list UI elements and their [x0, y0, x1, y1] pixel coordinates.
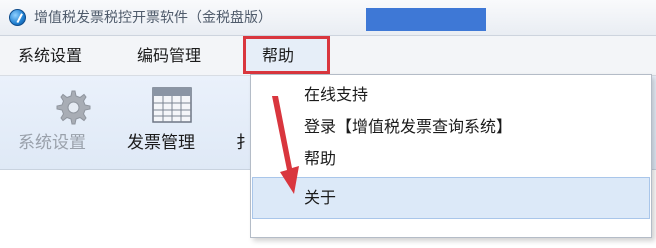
menu-item-login-invoice-query[interactable]: 登录【增值税发票查询系统】	[304, 116, 512, 138]
menu-item-about[interactable]: 关于	[304, 187, 336, 209]
menu-system-settings[interactable]: 系统设置	[18, 45, 82, 67]
annotation-arrow-icon	[272, 96, 299, 194]
gear-icon	[56, 90, 91, 125]
menu-item-help[interactable]: 帮助	[304, 148, 336, 170]
title-bar: 增值税发票税控开票软件（金税盘版）	[0, 0, 656, 36]
toolbar-invoice-management-button[interactable]: 发票管理	[127, 132, 195, 154]
redacted-title-block	[366, 8, 486, 31]
menu-code-management[interactable]: 编码管理	[137, 45, 201, 67]
menu-item-online-support[interactable]: 在线支持	[304, 84, 368, 106]
app-icon	[9, 9, 26, 26]
toolbar-system-settings-button[interactable]: 系统设置	[18, 132, 86, 154]
window-title: 增值税发票税控开票软件（金税盘版）	[34, 10, 272, 26]
menu-help[interactable]: 帮助	[262, 45, 294, 67]
invoice-grid-icon	[152, 87, 192, 123]
